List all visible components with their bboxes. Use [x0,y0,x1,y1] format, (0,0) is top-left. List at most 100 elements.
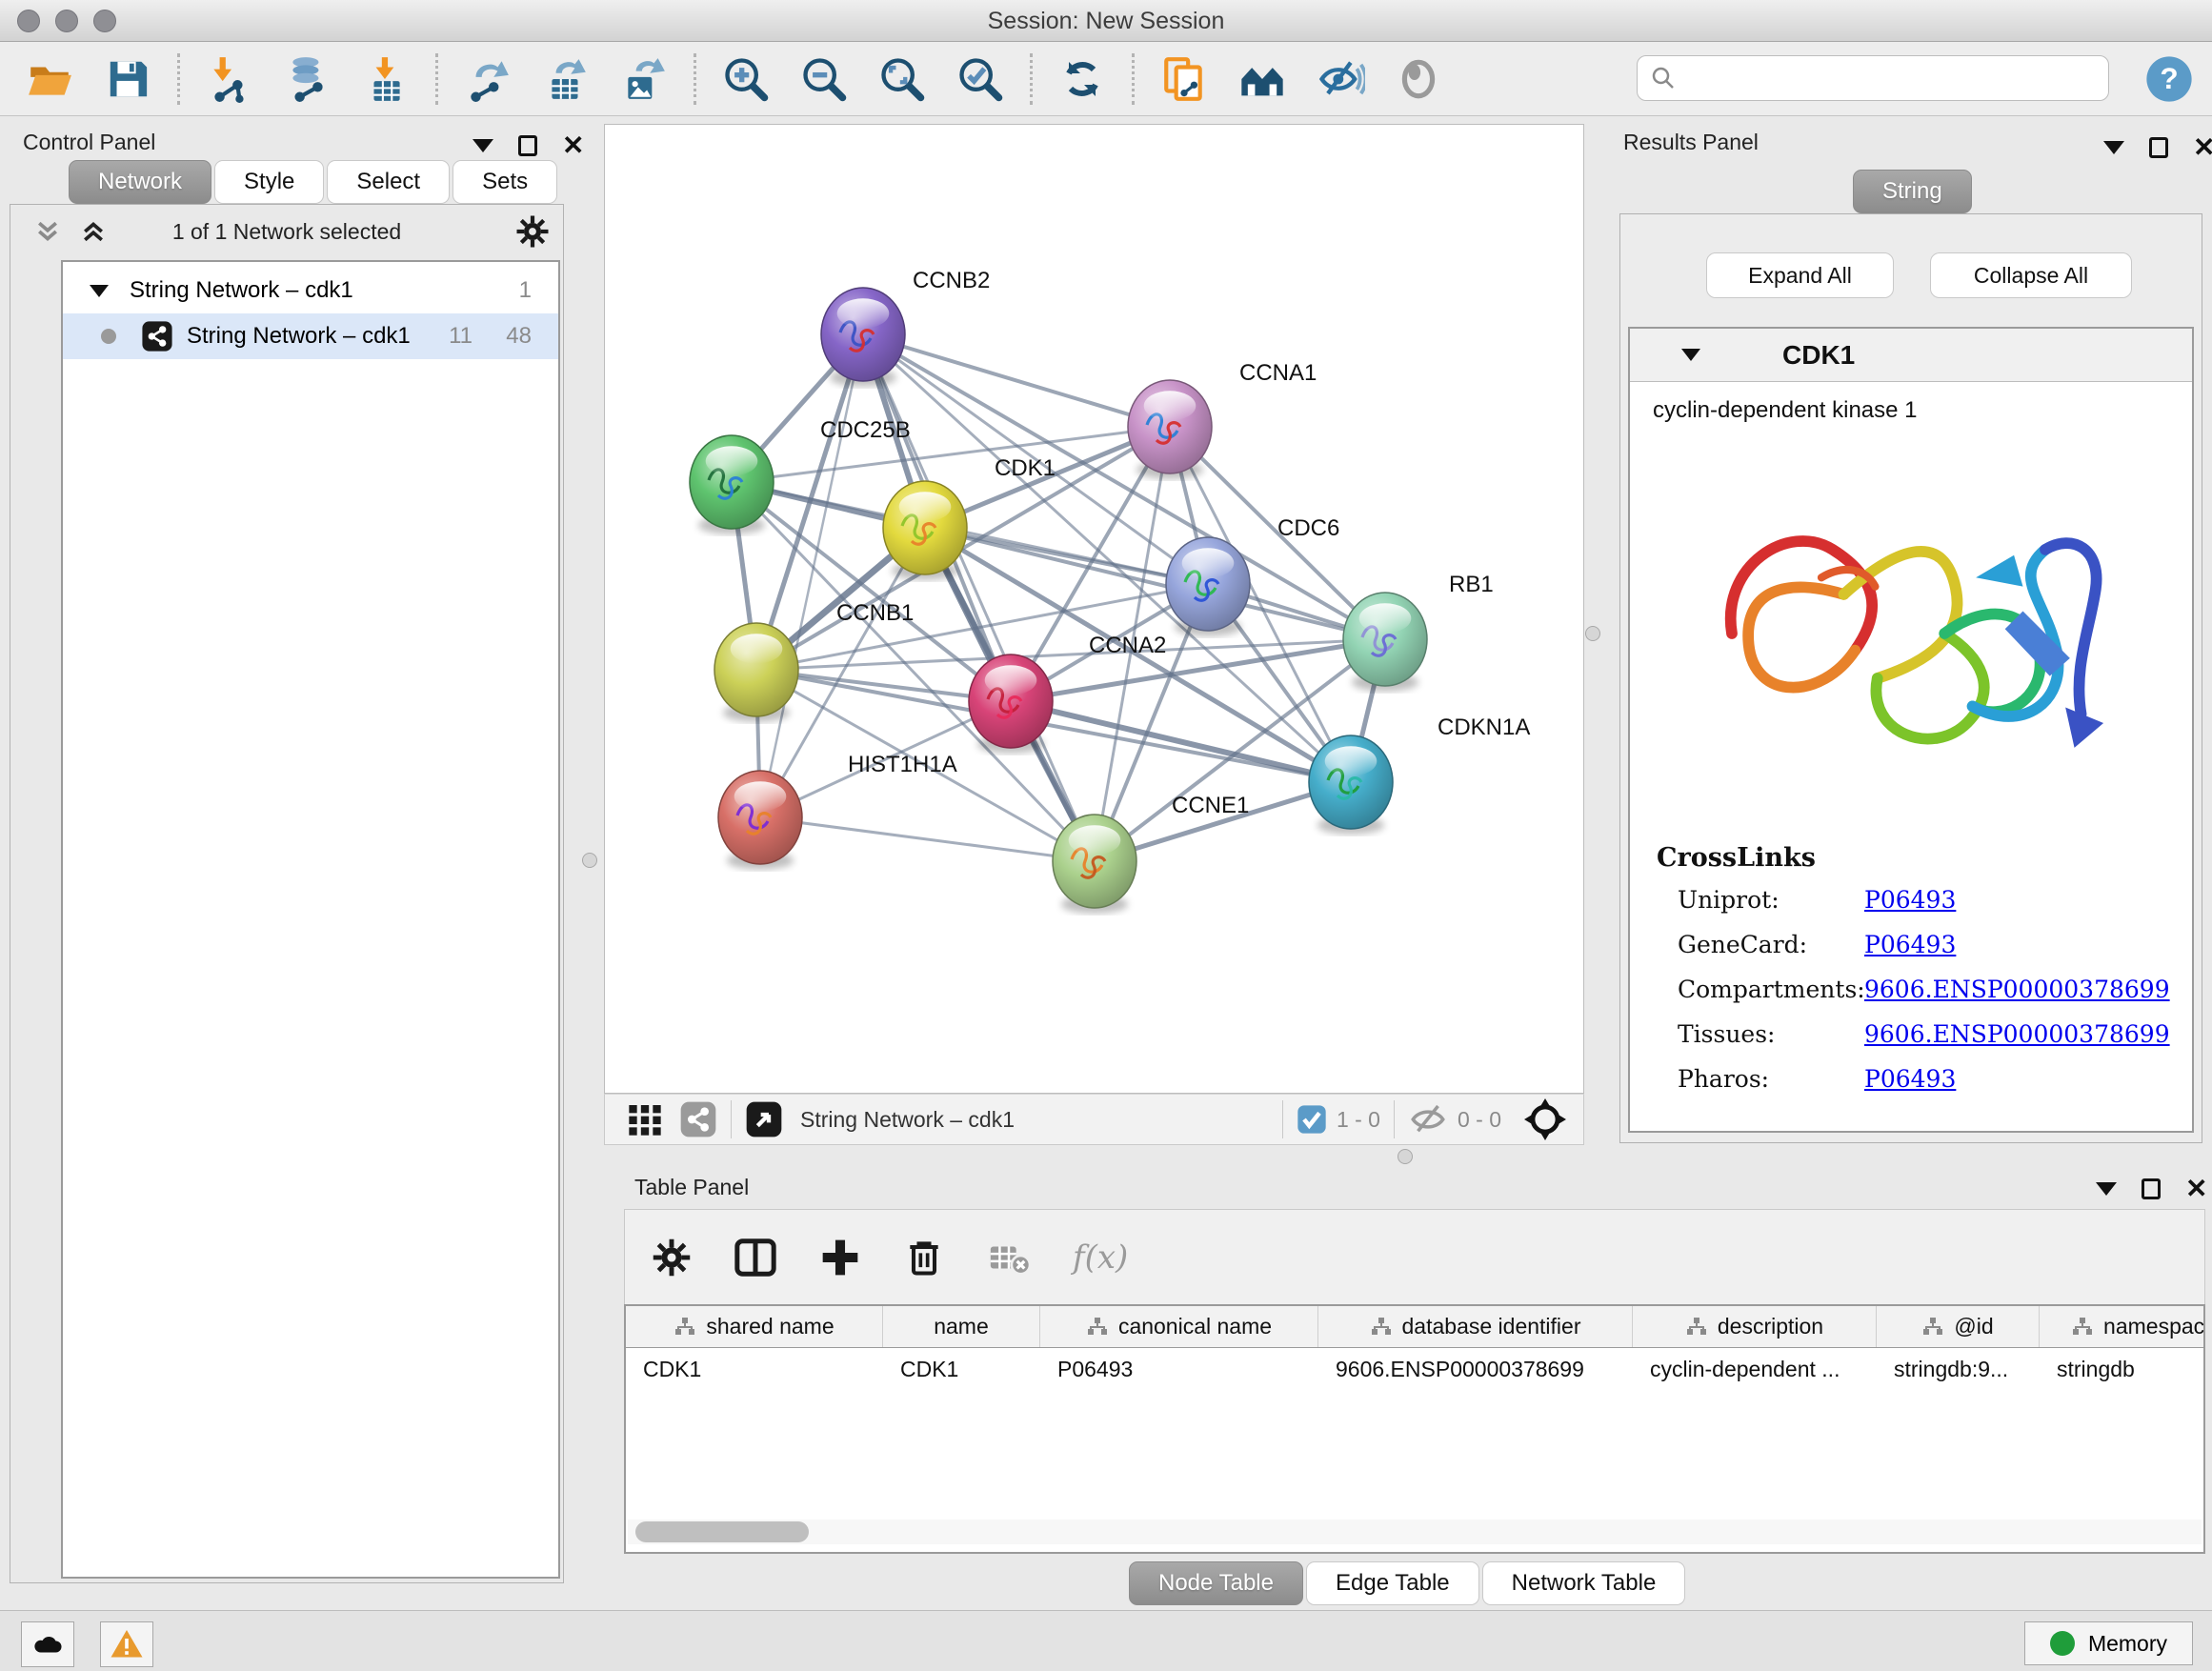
float-panel-icon[interactable] [2142,1178,2161,1199]
network-node-CCNE1[interactable] [1053,815,1136,914]
network-edge-CCNB2-CCNE1[interactable] [863,334,1095,861]
column-header-@id[interactable]: @id [1877,1306,2040,1347]
export-image-button[interactable] [619,54,669,104]
tree-expand-icon[interactable] [90,285,109,297]
tab-string[interactable]: String [1853,170,1972,213]
column-header-database-identifier[interactable]: database identifier [1318,1306,1633,1347]
gene-description: cyclin-dependent kinase 1 [1653,397,1918,424]
tab-network-table[interactable]: Network Table [1482,1561,1686,1605]
crosslink-link[interactable]: 9606.ENSP00000378699 [1864,976,2170,1003]
collapse-panel-icon[interactable] [2103,141,2124,154]
close-panel-icon[interactable]: ✕ [2185,1178,2207,1199]
close-panel-icon[interactable]: ✕ [2193,137,2212,158]
control-panel: Control Panel ✕ NetworkStyleSelectSets 1… [10,124,564,1583]
bottom-splitter-grip[interactable] [1398,1149,1413,1164]
float-panel-icon[interactable] [518,135,537,156]
save-session-button[interactable] [103,54,152,104]
zoom-fit-button[interactable] [877,54,927,104]
crosslink-link[interactable]: P06493 [1864,1065,1956,1093]
crosslink-label: Uniprot: [1657,886,1864,914]
duplicate-network-button[interactable] [1159,54,1209,104]
network-node-HIST1H1A[interactable] [718,771,802,870]
cloud-icon [31,1628,64,1661]
table-toolbar: f(x) [624,1209,2205,1304]
collapse-panel-icon[interactable] [2096,1182,2117,1196]
network-canvas[interactable]: CCNB2CCNA1CDC25BCDK1CDC6RB1CCNB1CCNA2CDK… [604,124,1584,1094]
help-button[interactable]: ? [2143,53,2195,110]
network-row[interactable]: String Network – cdk1 11 48 [63,313,558,359]
apply-layout-button[interactable] [1057,54,1107,104]
zoom-in-button[interactable] [721,54,771,104]
network-node-RB1[interactable] [1343,593,1427,692]
right-splitter-grip[interactable] [1585,626,1600,641]
export-network-button[interactable] [463,54,513,104]
network-node-CDC25B[interactable] [690,435,774,534]
collapse-panel-icon[interactable] [473,139,493,152]
crosslink-link[interactable]: P06493 [1864,886,1956,914]
scrollbar-thumb[interactable] [635,1521,809,1542]
column-header-description[interactable]: description [1633,1306,1877,1347]
graphics-details-button[interactable] [1237,54,1287,104]
tab-style[interactable]: Style [214,160,324,204]
center-graph-icon[interactable] [1522,1097,1568,1142]
close-panel-icon[interactable]: ✕ [562,135,584,156]
network-edge-CCNB2-CCNA1[interactable] [863,334,1170,427]
app-statusbar: Memory [0,1610,2212,1671]
zoom-selected-button[interactable] [955,54,1005,104]
column-header-canonical-name[interactable]: canonical name [1040,1306,1318,1347]
gear-icon[interactable] [515,214,550,249]
delete-column-icon[interactable] [903,1237,945,1278]
network-edge-CCNE1-HIST1H1A[interactable] [760,817,1095,861]
protein-structure-image [1687,443,2135,824]
import-network-file-button[interactable] [205,54,254,104]
import-table-button[interactable] [361,54,411,104]
table-row[interactable]: CDK1CDK1P064939606.ENSP00000378699cyclin… [626,1348,2203,1390]
crosslink-label: Pharos: [1657,1065,1864,1093]
zoom-out-button[interactable] [799,54,849,104]
zoom-in-icon [721,54,771,104]
tab-sets[interactable]: Sets [452,160,557,204]
tab-network[interactable]: Network [69,160,211,204]
network-collection-row[interactable]: String Network – cdk1 1 [63,268,558,313]
show-columns-icon[interactable] [734,1236,777,1279]
network-view-icon[interactable] [679,1100,717,1138]
grid-view-icon[interactable] [626,1100,664,1138]
collapse-all-button[interactable]: Collapse All [1930,252,2132,298]
crosslink-link[interactable]: 9606.ENSP00000378699 [1864,1020,2170,1048]
search-field[interactable] [1637,55,2109,101]
hide-selected-button[interactable] [1316,54,1365,104]
control-panel-tabs: NetworkStyleSelectSets [69,160,560,204]
birdseye-icon[interactable] [745,1100,783,1138]
network-node-CDKN1A[interactable] [1309,735,1393,835]
column-header-namespace[interactable]: namespace [2040,1306,2205,1347]
network-graph[interactable]: CCNB2CCNA1CDC25BCDK1CDC6RB1CCNB1CCNA2CDK… [605,125,1585,1095]
network-edge-CCNB2-HIST1H1A[interactable] [760,334,863,817]
selected-checkbox-icon[interactable] [1297,1104,1327,1135]
warnings-button[interactable] [100,1621,153,1667]
column-header-name[interactable]: name [883,1306,1040,1347]
help-icon: ? [2143,53,2195,105]
table-settings-gear-icon[interactable] [652,1238,692,1278]
cloud-button[interactable] [21,1621,74,1667]
left-splitter-grip[interactable] [582,853,597,868]
tab-select[interactable]: Select [327,160,450,204]
crosslink-link[interactable]: P06493 [1864,931,1956,958]
network-node-CCNA1[interactable] [1128,380,1212,479]
show-hidden-button[interactable] [1394,54,1443,104]
network-node-CCNB1[interactable] [714,623,798,722]
table-horizontal-scrollbar[interactable] [628,1520,2202,1544]
section-collapse-icon[interactable] [1681,349,1700,361]
open-session-button[interactable] [25,54,74,104]
column-header-shared-name[interactable]: shared name [626,1306,883,1347]
float-panel-icon[interactable] [2149,137,2168,158]
memory-button[interactable]: Memory [2024,1621,2193,1665]
expand-all-button[interactable]: Expand All [1706,252,1894,298]
tab-edge-table[interactable]: Edge Table [1306,1561,1479,1605]
search-input[interactable] [1685,59,2108,97]
tab-node-table[interactable]: Node Table [1129,1561,1303,1605]
import-network-database-button[interactable] [283,54,332,104]
add-column-icon[interactable] [819,1237,861,1278]
gene-section-header[interactable]: CDK1 [1630,329,2192,382]
network-node-CCNB2[interactable] [821,288,905,387]
export-table-button[interactable] [541,54,591,104]
